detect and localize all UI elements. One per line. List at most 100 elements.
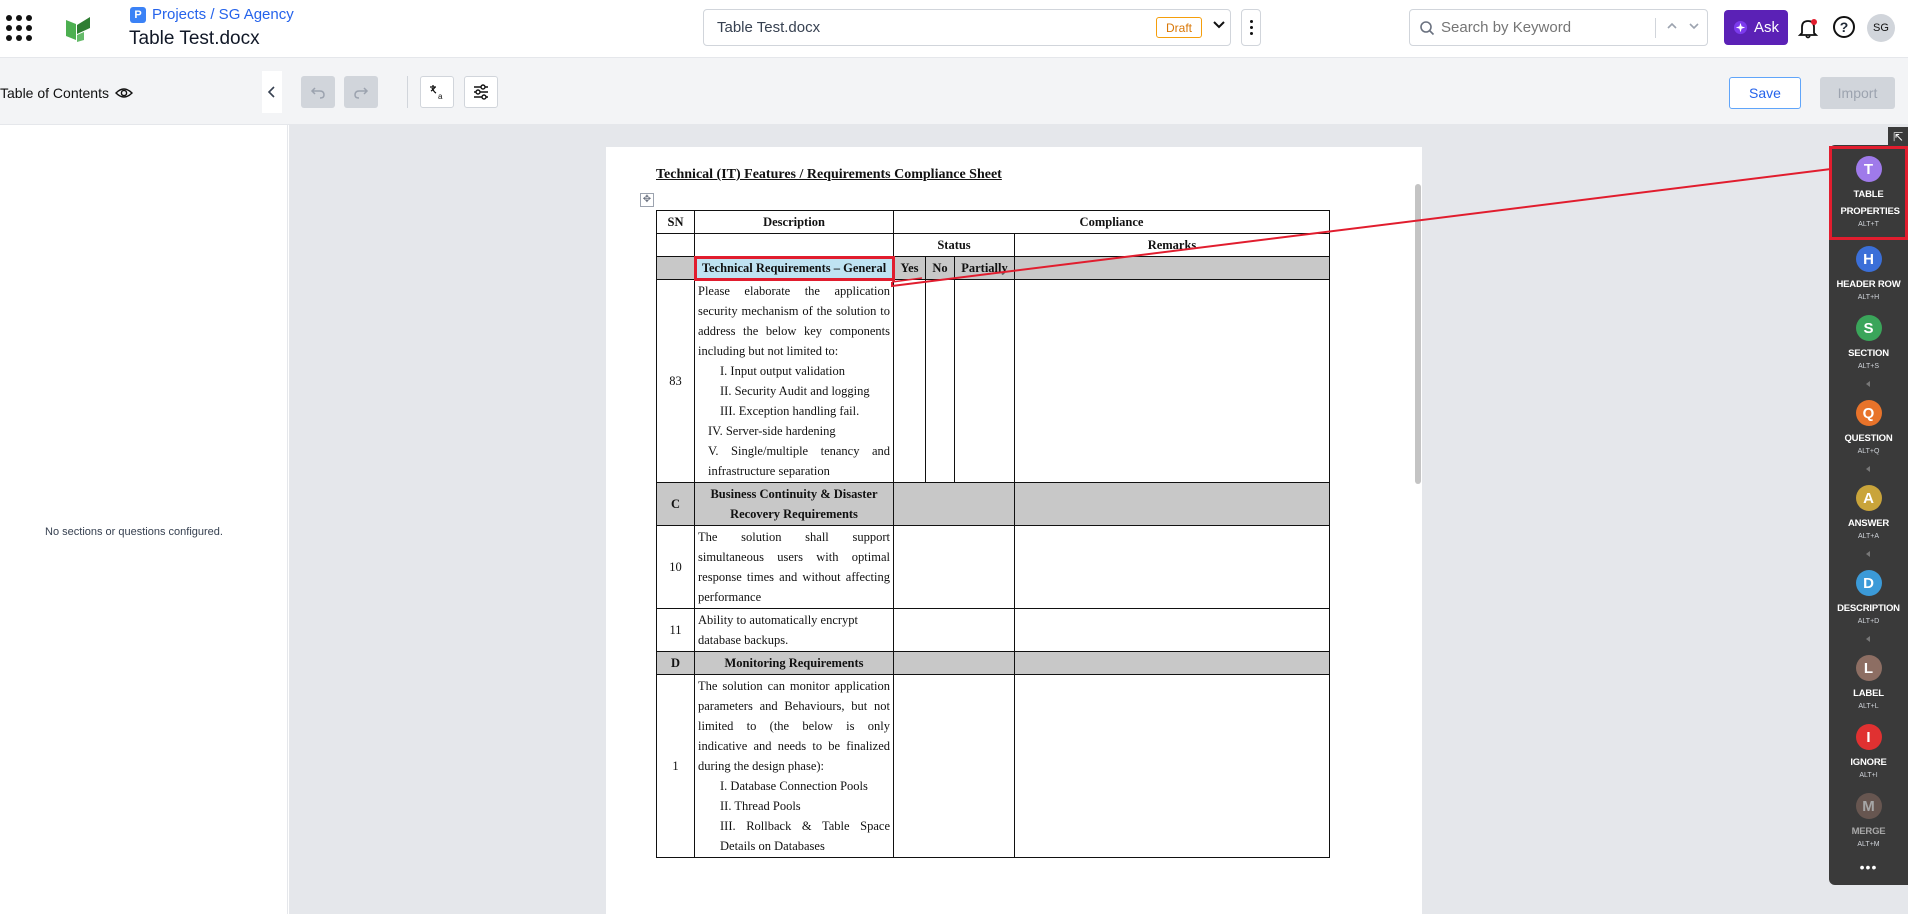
palette-shortcut: ALT+A: [1857, 533, 1880, 540]
svg-text:a: a: [438, 92, 443, 101]
document-title: Table Test.docx: [129, 28, 260, 49]
table-cell[interactable]: [893, 279, 926, 483]
more-options-button[interactable]: [1241, 9, 1261, 46]
palette-question[interactable]: Q QUESTION ALT+Q: [1829, 400, 1908, 456]
save-button[interactable]: Save: [1729, 77, 1801, 109]
toolbar-divider: [407, 76, 408, 108]
table-cell[interactable]: [893, 674, 1015, 858]
palette-ignore[interactable]: I IGNORE ALT+I: [1829, 724, 1908, 780]
row-description[interactable]: Ability to automatically encrypt databas…: [694, 608, 894, 652]
palette-label: DESCRIPTION: [1837, 603, 1900, 614]
settings-sliders-button[interactable]: [464, 76, 498, 108]
tag-palette: T TABLE PROPERTIES ALT+T H HEADER ROW AL…: [1829, 145, 1908, 885]
row-description[interactable]: The solution shall support simultaneous …: [694, 525, 894, 609]
palette-answer[interactable]: A ANSWER ALT+A: [1829, 485, 1908, 541]
ask-button[interactable]: Ask: [1724, 10, 1788, 45]
section-title[interactable]: Monitoring Requirements: [694, 651, 894, 675]
table-cell[interactable]: [1014, 651, 1330, 675]
section-sn[interactable]: C: [656, 482, 695, 526]
palette-shortcut: ALT+H: [1857, 294, 1880, 301]
caret-left-icon: [1866, 381, 1870, 387]
header-yes[interactable]: Yes: [893, 256, 926, 280]
document-scrollbar[interactable]: [1415, 184, 1421, 484]
row-text: The solution can monitor application par…: [698, 679, 890, 773]
label-icon: L: [1855, 655, 1882, 681]
help-icon[interactable]: ?: [1833, 16, 1855, 38]
header-compliance[interactable]: Compliance: [893, 210, 1330, 234]
more-tags-button[interactable]: •••: [1829, 859, 1908, 875]
section-title[interactable]: Business Continuity & Disaster Recovery …: [694, 482, 894, 526]
palette-section[interactable]: S SECTION ALT+S: [1829, 315, 1908, 371]
palette-shortcut: ALT+L: [1858, 703, 1879, 710]
toc-empty-message: No sections or questions configured.: [45, 526, 223, 538]
file-select[interactable]: Table Test.docx: [703, 9, 1231, 46]
list-item: II. Security Audit and logging: [720, 384, 870, 398]
chevron-down-icon[interactable]: [1688, 20, 1700, 32]
chevron-left-icon: [267, 86, 275, 98]
table-cell[interactable]: [1014, 482, 1330, 526]
table-cell[interactable]: [925, 279, 955, 483]
table-cell[interactable]: [1014, 525, 1330, 609]
table-row: Technical Requirements – General Yes No …: [656, 255, 1330, 281]
palette-header-row[interactable]: H HEADER ROW ALT+H: [1829, 246, 1908, 302]
table-cell[interactable]: [893, 482, 1015, 526]
section-sn[interactable]: D: [656, 651, 695, 675]
search-input[interactable]: [1441, 19, 1651, 36]
breadcrumb[interactable]: P Projects / SG Agency: [130, 6, 294, 23]
row-sn[interactable]: 83: [656, 279, 695, 483]
table-cell[interactable]: [893, 608, 1015, 652]
header-remarks[interactable]: Remarks: [1014, 233, 1330, 257]
table-cell[interactable]: [1014, 279, 1330, 483]
table-cell[interactable]: [954, 279, 1015, 483]
table-move-handle-icon[interactable]: ✥: [640, 193, 654, 207]
breadcrumb-text[interactable]: Projects / SG Agency: [152, 6, 294, 23]
caret-left-icon: [1866, 551, 1870, 557]
undo-button[interactable]: [301, 76, 335, 108]
file-select-value: Table Test.docx: [717, 19, 821, 36]
header-row-icon: H: [1855, 246, 1882, 272]
table-cell[interactable]: [1014, 608, 1330, 652]
table-cell[interactable]: [893, 651, 1015, 675]
translate-button[interactable]: a: [420, 76, 454, 108]
table-cell[interactable]: [1014, 256, 1330, 280]
header-status[interactable]: Status: [893, 233, 1015, 257]
open-external-icon[interactable]: ⇱: [1888, 127, 1908, 147]
table-row: 83 Please elaborate the application secu…: [656, 279, 1330, 483]
apps-grid-icon[interactable]: [6, 15, 32, 41]
chevron-up-icon[interactable]: [1666, 20, 1678, 32]
header-no[interactable]: No: [925, 256, 955, 280]
import-button[interactable]: Import: [1820, 77, 1895, 109]
table-cell[interactable]: [1014, 674, 1330, 858]
table-cell[interactable]: [893, 525, 1015, 609]
header-description[interactable]: Description: [694, 210, 894, 234]
row-sn[interactable]: 11: [656, 608, 695, 652]
palette-shortcut: ALT+D: [1857, 618, 1880, 625]
table-cell[interactable]: [656, 256, 695, 280]
palette-merge[interactable]: M MERGE ALT+M: [1829, 793, 1908, 849]
row-sn[interactable]: 1: [656, 674, 695, 858]
table-row: 10 The solution shall support simultaneo…: [656, 525, 1330, 609]
table-row: SN Description Compliance: [656, 210, 1330, 234]
notification-bell-icon[interactable]: [1797, 17, 1819, 39]
palette-description[interactable]: D DESCRIPTION ALT+D: [1829, 570, 1908, 626]
search-divider: [1655, 18, 1656, 38]
row-description[interactable]: The solution can monitor application par…: [694, 674, 894, 858]
row-description[interactable]: Please elaborate the application securit…: [694, 279, 894, 483]
avatar[interactable]: SG: [1867, 14, 1895, 42]
redo-button[interactable]: [344, 76, 378, 108]
header-partially[interactable]: Partially: [954, 256, 1015, 280]
table-cell[interactable]: [656, 233, 695, 257]
palette-table-properties[interactable]: T TABLE PROPERTIES ALT+T: [1829, 146, 1908, 240]
search-box[interactable]: [1409, 9, 1708, 46]
collapse-panel-button[interactable]: [262, 71, 282, 113]
selected-section-cell[interactable]: Technical Requirements – General: [693, 255, 895, 281]
table-cell[interactable]: [694, 233, 894, 257]
ignore-icon: I: [1855, 724, 1882, 750]
app-logo[interactable]: [64, 14, 92, 42]
header-sn[interactable]: SN: [656, 210, 695, 234]
chevron-down-icon[interactable]: [1212, 18, 1226, 32]
palette-label: SECTION: [1848, 348, 1889, 359]
row-sn[interactable]: 10: [656, 525, 695, 609]
eye-icon[interactable]: [114, 86, 133, 100]
palette-label-tag[interactable]: L LABEL ALT+L: [1829, 655, 1908, 711]
